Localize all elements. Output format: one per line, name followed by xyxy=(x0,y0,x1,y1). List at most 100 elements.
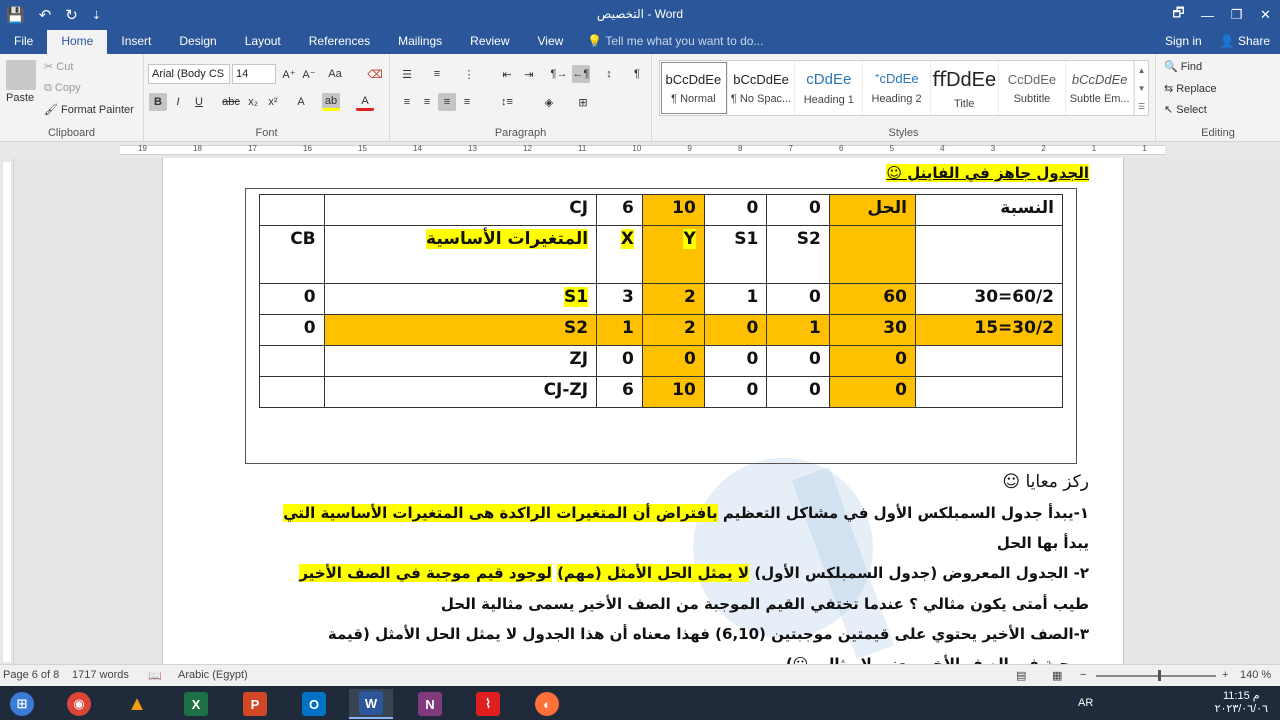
align-left-icon[interactable]: ≡ xyxy=(398,93,416,111)
tab-layout[interactable]: Layout xyxy=(231,30,295,54)
justify-icon[interactable]: ≡ xyxy=(458,93,476,111)
grow-font-icon[interactable]: A⁺ xyxy=(280,65,298,83)
tell-me-box[interactable]: 💡 Tell me what you want to do... xyxy=(577,30,763,54)
table-cell[interactable]: 2 xyxy=(641,314,705,346)
font-color-icon[interactable]: A xyxy=(356,93,374,111)
table-cell[interactable]: 0 xyxy=(259,314,325,346)
more-styles-icon[interactable]: ☰ xyxy=(1138,102,1145,111)
style-heading-2[interactable]: ᐩcDdEe Heading 2 xyxy=(863,61,931,115)
table-cell[interactable]: 0 xyxy=(641,345,705,377)
table-cell[interactable]: 1 xyxy=(766,314,830,346)
table-cell[interactable]: 0 xyxy=(766,376,830,408)
scroll-up-icon[interactable]: ▲ xyxy=(1138,66,1146,75)
table-cell[interactable]: 0 xyxy=(828,376,916,408)
document-page[interactable]: الجدول جاهز في الفاينل ☺ النسبة الحل 0 0 10 6… xyxy=(162,158,1124,664)
clear-formatting-icon[interactable]: ⌫ xyxy=(366,65,384,83)
paste-icon[interactable] xyxy=(6,60,36,90)
shrink-font-icon[interactable]: A⁻ xyxy=(300,65,318,83)
start-button[interactable]: ⊞ xyxy=(0,689,44,719)
taskbar-powerpoint[interactable]: P xyxy=(233,689,277,719)
table-cell[interactable]: النسبة xyxy=(914,194,1064,226)
restore-button[interactable]: ❐ xyxy=(1222,0,1251,30)
read-mode-icon[interactable]: ▤ xyxy=(1016,669,1026,682)
tab-review[interactable]: Review xyxy=(456,30,523,54)
table-cell[interactable]: 3 xyxy=(596,283,643,315)
style-no-spacing[interactable]: bCcDdEe ¶ No Spac... xyxy=(728,61,796,115)
shading-icon[interactable]: ◈ xyxy=(540,93,558,111)
table-cell[interactable]: 1 xyxy=(596,314,643,346)
table-cell[interactable]: ZJ xyxy=(323,345,598,377)
rtl-icon[interactable]: ←¶ xyxy=(572,65,590,83)
style-subtitle[interactable]: CcDdEe Subtitle xyxy=(999,61,1067,115)
proofing-icon[interactable]: 📖 xyxy=(148,669,162,682)
table-cell[interactable] xyxy=(914,345,1064,377)
taskbar-acrobat[interactable]: ⌇ xyxy=(466,689,510,719)
find-button[interactable]: 🔍 Find xyxy=(1164,60,1202,73)
text-effects-icon[interactable]: A xyxy=(292,93,310,111)
table-cell[interactable]: 0 xyxy=(703,345,768,377)
table-cell[interactable]: 10 xyxy=(641,376,705,408)
table-cell[interactable]: 0 xyxy=(703,314,768,346)
table-cell[interactable]: 0 xyxy=(766,194,830,226)
ribbon-display-options-button[interactable]: 🗗 xyxy=(1164,0,1193,30)
horizontal-ruler[interactable]: 19 18 17 16 15 14 13 12 11 10 9 8 7 6 5 4 3 2 1 1 xyxy=(0,142,1280,158)
table-cell[interactable]: 0 xyxy=(703,376,768,408)
change-case-icon[interactable]: Aa xyxy=(326,65,344,83)
redo-icon[interactable]: ↻ xyxy=(65,6,78,24)
table-cell[interactable]: الحل xyxy=(828,194,916,226)
style-subtle-emphasis[interactable]: bCcDdEe Subtle Em... xyxy=(1066,61,1135,115)
table-cell[interactable] xyxy=(914,376,1064,408)
table-cell[interactable]: 0 xyxy=(259,283,325,315)
table-cell[interactable]: 0 xyxy=(703,194,768,226)
page-count[interactable]: Page 6 of 8 xyxy=(3,669,59,681)
tab-mailings[interactable]: Mailings xyxy=(384,30,456,54)
show-marks-icon[interactable]: ¶ xyxy=(628,65,646,83)
align-center-icon[interactable]: ≡ xyxy=(418,93,436,111)
bullets-icon[interactable]: ☰ xyxy=(398,65,416,83)
table-cell[interactable]: S1 xyxy=(323,283,598,315)
table-cell[interactable]: 0 xyxy=(766,283,830,315)
save-icon[interactable]: 💾 xyxy=(6,6,25,24)
tab-design[interactable]: Design xyxy=(165,30,230,54)
cut-button[interactable]: ✂ Cut xyxy=(44,60,73,73)
table-cell[interactable]: 30 xyxy=(828,314,916,346)
close-button[interactable]: ✕ xyxy=(1251,0,1280,30)
taskbar-chrome[interactable]: ◉ xyxy=(57,689,101,719)
taskbar-onenote[interactable]: N xyxy=(408,689,452,719)
table-cell[interactable]: 1 xyxy=(703,283,768,315)
zoom-out-icon[interactable]: − xyxy=(1080,669,1086,681)
table-cell[interactable]: S2 xyxy=(323,314,598,346)
word-count[interactable]: 1717 words xyxy=(72,669,129,681)
taskbar-vlc[interactable]: ▲ xyxy=(115,689,159,719)
format-painter-button[interactable]: 🖌 Format Painter xyxy=(44,103,134,116)
styles-scroll[interactable]: ▲ ▼ ☰ xyxy=(1134,61,1148,115)
replace-button[interactable]: ⇆ Replace xyxy=(1164,82,1217,95)
taskbar-excel[interactable]: X xyxy=(174,689,218,719)
taskbar-firefox[interactable]: ◐ xyxy=(525,689,569,719)
table-cell[interactable]: Y xyxy=(641,225,705,284)
table-cell[interactable]: CJ-ZJ xyxy=(323,376,598,408)
strikethrough-icon[interactable]: abc xyxy=(222,93,240,111)
table-cell[interactable]: 60 xyxy=(828,283,916,315)
font-size-box[interactable]: 14 xyxy=(232,64,276,84)
taskbar-word[interactable]: W xyxy=(349,689,393,719)
align-right-icon[interactable]: ≡ xyxy=(438,93,456,111)
table-cell[interactable]: المتغيرات الأساسية xyxy=(323,225,598,284)
table-cell[interactable]: CJ xyxy=(323,194,598,226)
style-normal[interactable]: bCcDdEe ¶ Normal xyxy=(660,61,728,115)
zoom-slider-knob[interactable] xyxy=(1158,670,1161,681)
numbering-icon[interactable]: ≡ xyxy=(428,65,446,83)
tab-view[interactable]: View xyxy=(524,30,578,54)
zoom-slider[interactable] xyxy=(1096,675,1216,677)
table-cell[interactable]: 0 xyxy=(766,345,830,377)
zoom-level[interactable]: 140 % xyxy=(1240,669,1271,681)
font-name-box[interactable]: Arial (Body CS xyxy=(148,64,230,84)
simplex-table[interactable]: النسبة الحل 0 0 10 6 CJ S2 S1 Y X المتغيرات الأساسي… xyxy=(259,194,1064,408)
sort-icon[interactable]: ↕ xyxy=(600,65,618,83)
table-cell[interactable]: 10 xyxy=(641,194,705,226)
subscript-icon[interactable]: x₂ xyxy=(244,93,262,111)
customize-qat-icon[interactable]: ⇣ xyxy=(92,9,101,22)
table-cell[interactable]: 6 xyxy=(596,376,643,408)
select-button[interactable]: ↖ Select xyxy=(1164,103,1207,116)
input-language[interactable]: AR xyxy=(1078,697,1093,709)
